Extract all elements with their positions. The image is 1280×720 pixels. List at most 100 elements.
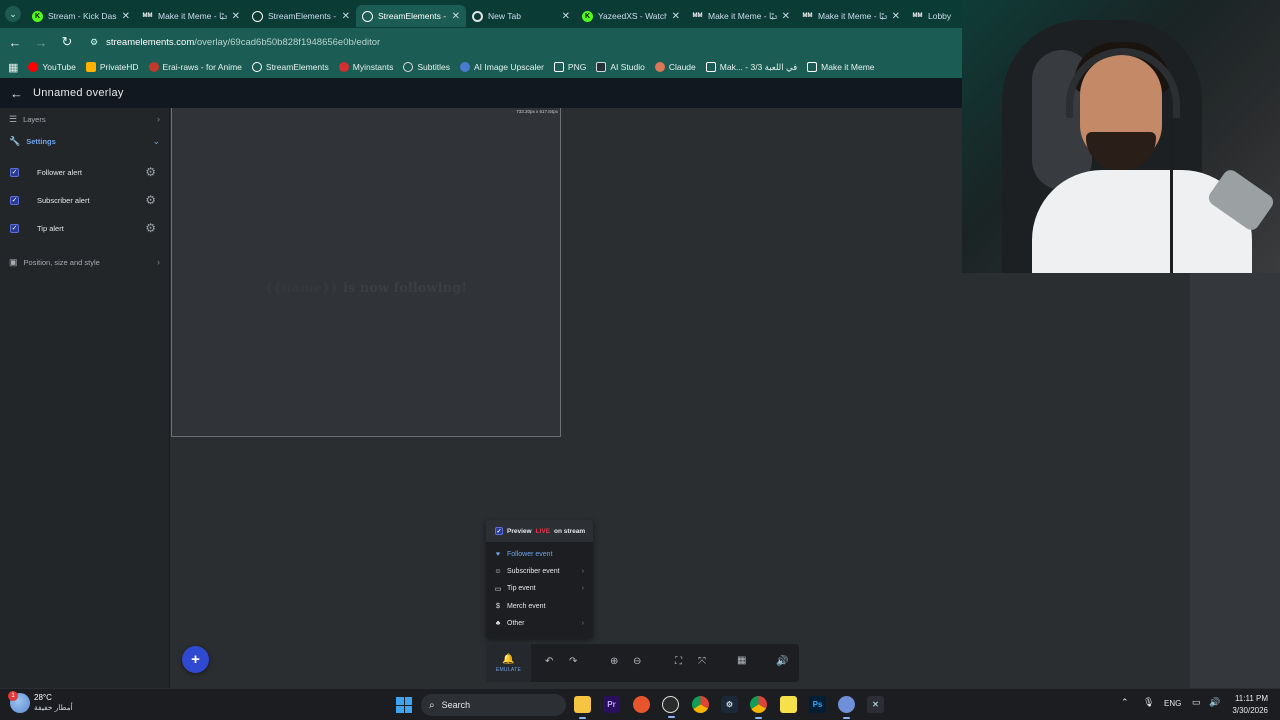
tab-4[interactable]: New Tab ✕ (466, 5, 576, 27)
back-icon[interactable]: ← (8, 35, 22, 50)
fit-screen-icon[interactable]: ⤧ (698, 656, 706, 667)
tab-8[interactable]: MM Lobby i (906, 5, 958, 27)
close-icon[interactable]: ✕ (892, 11, 900, 22)
language-indicator[interactable]: ENG (1164, 699, 1181, 708)
menu-item-label: Follower event (507, 551, 553, 559)
close-icon[interactable]: ✕ (782, 11, 790, 22)
chevron-up-icon[interactable]: ⌃ (1121, 697, 1129, 708)
chrome-icon[interactable] (692, 696, 709, 713)
bookmark-png[interactable]: PNG (553, 62, 586, 72)
heart-icon: ♥ (495, 551, 501, 559)
preview-live-toggle[interactable]: ✓ Preview LIVE on stream (486, 520, 593, 542)
chevron-right-icon: › (581, 568, 584, 576)
menu-item-merch-event[interactable]: $ Merch event (486, 598, 593, 615)
app-icon[interactable] (838, 696, 855, 719)
alert-row-subscriber[interactable]: ✓ Subscriber alert ⚙ (0, 186, 169, 214)
app-icon[interactable]: ✕ (867, 696, 884, 713)
bookmark-privatehd[interactable]: PrivateHD (85, 62, 139, 72)
bookmark-label: Myinstants (352, 62, 394, 72)
image-icon (553, 62, 564, 72)
photoshop-icon[interactable]: Ps (809, 696, 826, 713)
fullscreen-icon[interactable]: ⛶ (675, 656, 682, 667)
sidebar-item-label: Layers (23, 114, 46, 124)
apps-grid-icon[interactable]: ▦ (8, 61, 18, 74)
tab-6[interactable]: MM Make it Meme - مرحبًا ✕ (686, 5, 796, 27)
steam-icon[interactable]: ⚙ (721, 696, 738, 713)
premiere-pro-icon[interactable]: Pr (603, 696, 620, 713)
gear-icon[interactable]: ⚙ (145, 221, 156, 235)
bookmark-ai-image-upscaler[interactable]: AI Image Upscaler (459, 62, 544, 72)
menu-item-tip-event[interactable]: ▭ Tip event › (486, 580, 593, 597)
tip-alert-checkbox[interactable]: ✓ (10, 223, 19, 233)
alert-widget-preview[interactable]: 733.20px x 617.84px {{name}} is now foll… (171, 108, 561, 437)
site-info-icon[interactable]: ⚙ (90, 37, 98, 48)
gear-icon[interactable]: ⚙ (145, 165, 156, 179)
weather-widget[interactable]: 1 28°C أمطار خفيفة (8, 691, 73, 713)
zoom-out-icon[interactable]: ⊖ (633, 656, 641, 667)
tab-3[interactable]: StreamElements - ✕ (356, 5, 466, 27)
sidebar-item-layers[interactable]: ☰ Layers › (0, 108, 169, 130)
redo-icon[interactable]: ↷ (569, 656, 577, 667)
gear-icon[interactable]: ⚙ (145, 193, 156, 207)
bookmark-streamelements[interactable]: StreamElements (251, 62, 329, 72)
display-icon[interactable]: ▭ (1192, 697, 1201, 708)
follower-alert-checkbox[interactable]: ✓ (10, 167, 19, 177)
grid-icon[interactable]: ▦ (737, 655, 746, 666)
bookmark-subtitles[interactable]: Subtitles (403, 62, 450, 72)
zoom-in-icon[interactable]: ⊕ (610, 656, 618, 667)
subscriber-alert-checkbox[interactable]: ✓ (10, 195, 19, 205)
bookmark-youtube[interactable]: YouTube (28, 62, 76, 72)
menu-item-subscriber-event[interactable]: ☺ Subscriber event › (486, 563, 593, 580)
close-icon[interactable]: ✕ (342, 11, 350, 22)
bookmark-make-it-meme-game[interactable]: Mak... - 3/3 في اللعبة (705, 62, 797, 73)
microphone-icon[interactable]: 🎙 (1143, 697, 1154, 708)
tab-5[interactable]: K YazeedXS - Watch ✕ (576, 5, 686, 27)
alert-label: Subscriber alert (37, 195, 90, 205)
chrome-icon[interactable] (750, 696, 767, 719)
close-icon[interactable]: ✕ (122, 11, 130, 22)
close-icon[interactable]: ✕ (232, 11, 240, 22)
bookmark-myinstants[interactable]: Myinstants (338, 62, 394, 72)
tab-search-button[interactable]: ⌄ (0, 0, 26, 28)
emulate-button[interactable]: 🔔 EMULATE (486, 644, 531, 682)
menu-item-other[interactable]: ♣ Other › (486, 615, 593, 632)
undo-icon[interactable]: ↶ (545, 656, 553, 667)
bookmark-label: StreamElements (265, 62, 329, 72)
bookmark-ai-studio[interactable]: AI Studio (596, 62, 645, 72)
menu-item-follower-event[interactable]: ♥ Follower event (486, 546, 593, 563)
volume-icon[interactable]: 🔊 (1209, 697, 1220, 708)
obs-icon[interactable] (662, 696, 679, 718)
back-arrow-icon[interactable]: ← (10, 86, 23, 101)
tab-0[interactable]: K Stream - Kick Dash ✕ (26, 5, 136, 27)
chrome-icon (472, 10, 483, 22)
browser-app-icon[interactable] (633, 696, 650, 713)
taskbar-search[interactable]: ⌕ Search (421, 694, 566, 716)
windows-start-button[interactable] (396, 697, 412, 713)
preview-live-checkbox[interactable]: ✓ (495, 527, 503, 535)
sidebar-item-settings[interactable]: 🔧 Settings ⌄ (0, 130, 169, 152)
alert-row-tip[interactable]: ✓ Tip alert ⚙ (0, 214, 169, 242)
bookmark-erai-raws[interactable]: Erai-raws - for Anime (148, 62, 242, 72)
address-bar[interactable]: ⚙ streamelements.com/overlay/69cad6b50b8… (86, 31, 954, 53)
reload-icon[interactable]: ↻ (60, 34, 74, 50)
add-widget-button[interactable]: + (182, 646, 209, 673)
weather-desc: أمطار خفيفة (34, 703, 73, 712)
system-clock[interactable]: 11:11 PM 3/30/2026 (1232, 693, 1268, 717)
sticky-notes-icon[interactable] (780, 696, 797, 713)
alert-row-follower[interactable]: ✓ Follower alert ⚙ (0, 158, 169, 186)
close-icon[interactable]: ✕ (452, 11, 460, 22)
bookmark-make-it-meme[interactable]: Make it Meme (807, 62, 875, 72)
bookmark-claude[interactable]: Claude (654, 62, 696, 72)
forward-icon[interactable]: → (34, 35, 48, 50)
volume-icon[interactable]: 🔊 (776, 656, 788, 667)
tab-7[interactable]: MM Make it Meme - مرحبًا ✕ (796, 5, 906, 27)
close-icon[interactable]: ✕ (672, 11, 680, 22)
globe-icon (403, 62, 414, 72)
sidebar-item-position[interactable]: ▣ Position, size and style › (0, 251, 169, 273)
file-explorer-icon[interactable] (574, 696, 591, 719)
tab-2[interactable]: StreamElements - ✕ (246, 5, 356, 27)
frame-icon: ▣ (9, 256, 18, 267)
tab-1[interactable]: MM Make it Meme - مرحبًا ✕ (136, 5, 246, 27)
overlay-title[interactable]: Unnamed overlay (33, 87, 124, 99)
close-icon[interactable]: ✕ (562, 11, 570, 22)
